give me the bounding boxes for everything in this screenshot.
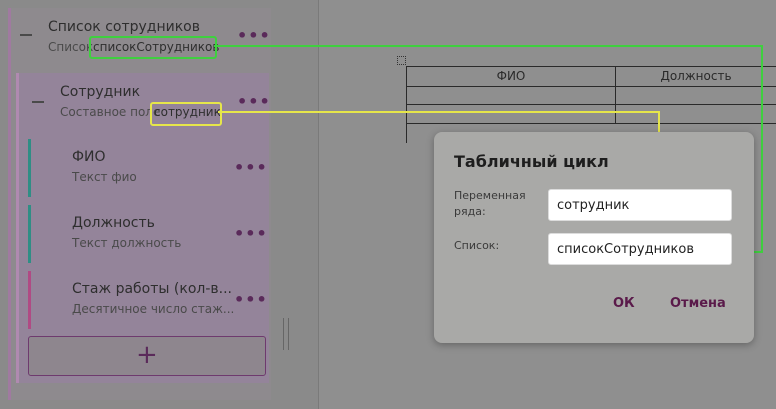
list-input[interactable]: списокСотрудников [548, 233, 732, 265]
table-loop-dialog: Табличный цикл Переменная ряда: сотрудни… [434, 132, 754, 343]
table-column-divider [615, 67, 616, 124]
field-color-bar [28, 271, 31, 329]
row-variable-label: Переменная ряда: [454, 189, 526, 218]
field-row-experience[interactable]: Стаж работы (кол-в... Десятичное число с… [28, 271, 267, 329]
ok-button[interactable]: ОК [613, 296, 635, 311]
employee-subtitle-prefix: Составное поле [60, 105, 161, 119]
field-row-fio[interactable]: ФИО Текст фио ••• [28, 139, 267, 197]
add-field-button[interactable]: + [28, 336, 266, 376]
list-label: Список: [454, 239, 500, 252]
table-header-row: ФИО Должность [407, 67, 776, 87]
field-title: ФИО [72, 149, 106, 165]
table-anchor-icon[interactable] [397, 56, 406, 65]
employee-more-button[interactable]: ••• [237, 94, 271, 110]
field-more-button[interactable]: ••• [234, 160, 268, 176]
field-title: Должность [72, 215, 155, 231]
table-header-fio: ФИО [496, 69, 526, 83]
row-variable-input[interactable]: сотрудник [548, 189, 732, 221]
list-more-button[interactable]: ••• [237, 28, 271, 44]
collapse-employee-button[interactable] [32, 101, 44, 103]
field-more-button[interactable]: ••• [234, 292, 268, 308]
field-subtitle: Текст должность [72, 236, 182, 250]
collapse-list-button[interactable] [20, 34, 32, 36]
highlight-list-var [89, 36, 217, 59]
cancel-button[interactable]: Отмена [670, 296, 726, 311]
list-title: Список сотрудников [48, 19, 200, 35]
field-title: Стаж работы (кол-в... [72, 281, 232, 297]
table-row-line [407, 123, 776, 124]
dialog-title: Табличный цикл [454, 152, 609, 171]
list-subtitle-prefix: Список [48, 40, 94, 54]
field-color-bar [28, 205, 31, 263]
employee-title: Сотрудник [60, 84, 141, 100]
table-header-position: Должность [660, 69, 732, 83]
field-subtitle: Текст фио [72, 170, 137, 184]
panel-splitter[interactable] [283, 318, 289, 350]
highlight-row-var [150, 102, 222, 126]
table-row-line [407, 104, 776, 105]
structure-panel: Список сотрудников Список списокСотрудни… [0, 0, 318, 409]
field-row-position[interactable]: Должность Текст должность ••• [28, 205, 267, 263]
field-color-bar [28, 139, 31, 197]
field-subtitle: Десятичное число стаж... [72, 302, 235, 316]
plus-icon: + [136, 340, 158, 370]
field-more-button[interactable]: ••• [234, 226, 268, 242]
